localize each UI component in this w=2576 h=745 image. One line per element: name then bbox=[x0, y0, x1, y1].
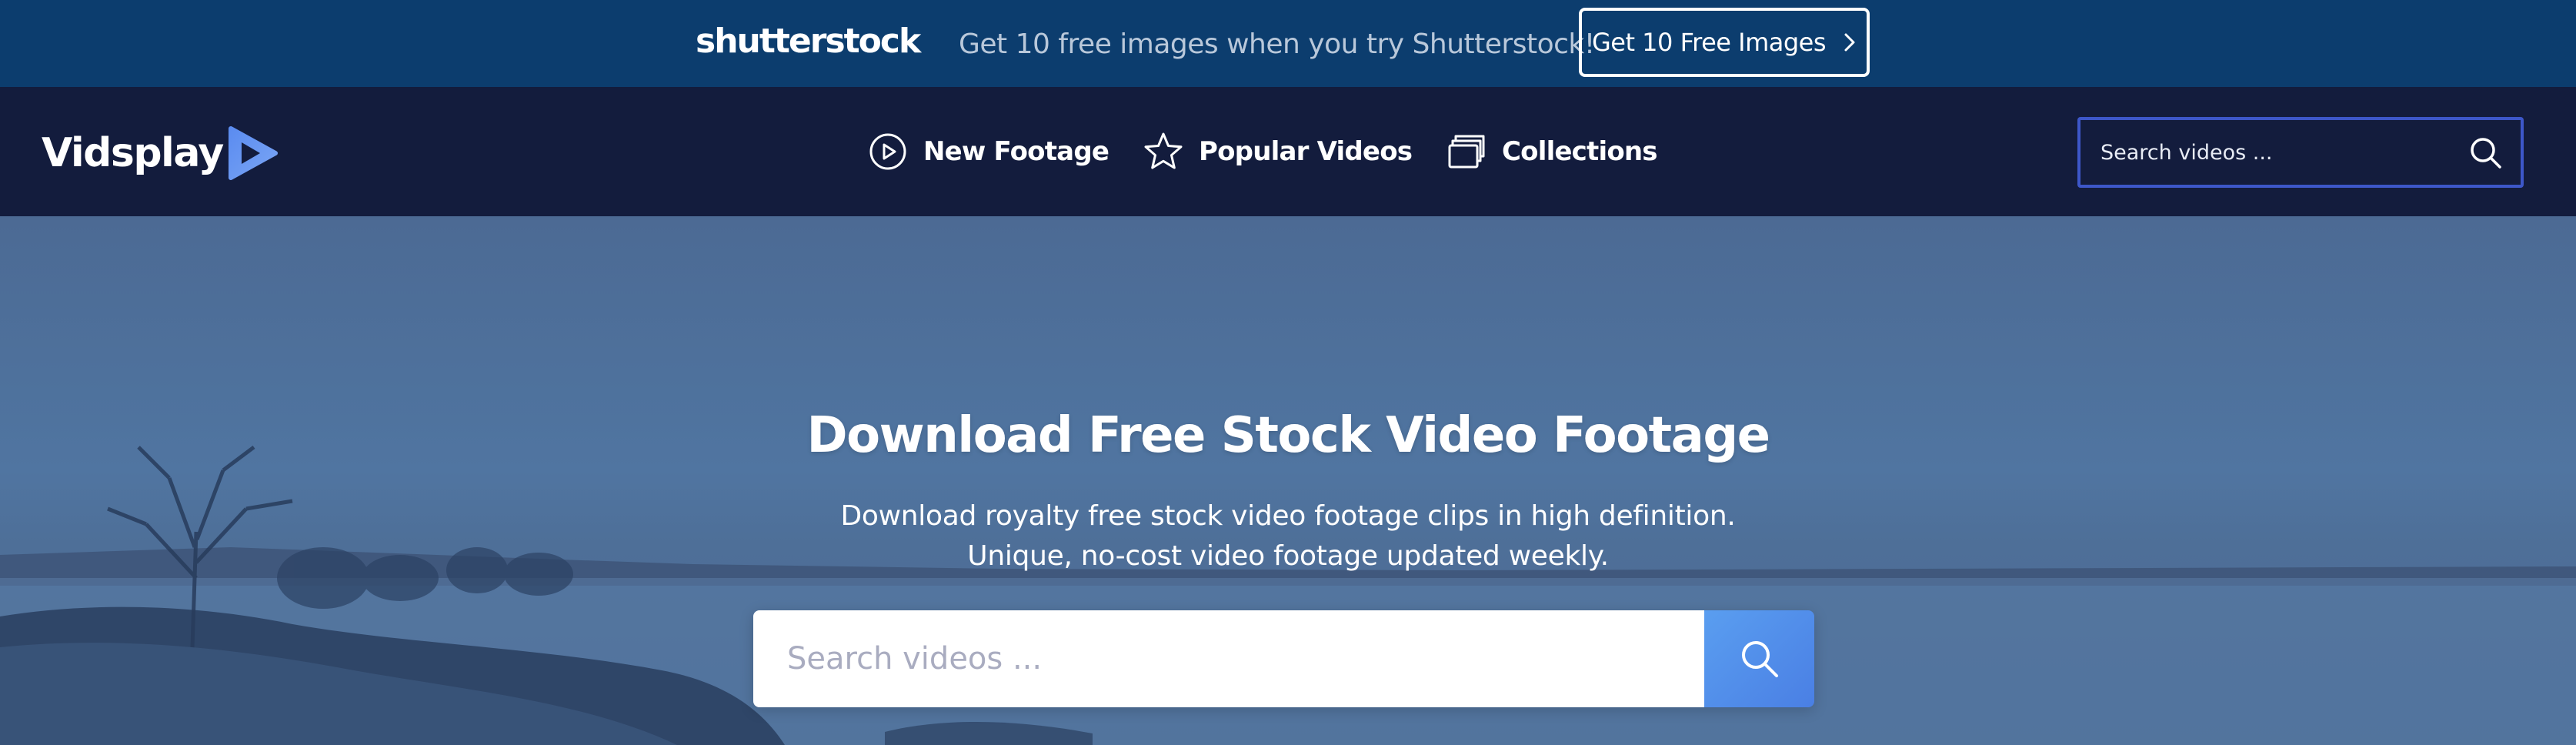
nav-item-collections[interactable]: Collections bbox=[1445, 129, 1658, 175]
nav-item-label: Popular Videos bbox=[1199, 136, 1413, 167]
brand-logo[interactable]: Vidsplay bbox=[42, 122, 280, 184]
search-icon bbox=[1741, 641, 1778, 677]
nav-search-box bbox=[2077, 117, 2524, 188]
star-icon bbox=[1144, 132, 1183, 169]
play-triangle-icon bbox=[228, 126, 278, 180]
hero-title: Download Free Stock Video Footage bbox=[806, 407, 1770, 464]
search-icon[interactable] bbox=[2467, 134, 2505, 172]
nav-item-label: New Footage bbox=[923, 136, 1109, 167]
nav-search-input[interactable] bbox=[2080, 120, 2450, 185]
collections-icon bbox=[1448, 135, 1485, 169]
hero-search-button[interactable] bbox=[1704, 610, 1814, 707]
hero-search-input[interactable] bbox=[753, 610, 1704, 707]
promo-bar: shutterstock Get 10 free images when you… bbox=[0, 0, 2576, 87]
brand-name: Vidsplay bbox=[42, 130, 224, 176]
hero-search-box bbox=[753, 610, 1814, 707]
hero-subtitle-line2: Unique, no-cost video footage updated we… bbox=[967, 540, 1609, 572]
main-nav: Vidsplay New Footage Popular Videos Coll… bbox=[0, 87, 2576, 216]
promo-text: Get 10 free images when you try Shutters… bbox=[959, 28, 1595, 60]
hero-section: Download Free Stock Video Footage Downlo… bbox=[0, 216, 2576, 745]
play-circle-icon bbox=[869, 133, 906, 170]
chevron-right-icon bbox=[1844, 33, 1855, 52]
get-free-images-label: Get 10 Free Images bbox=[1591, 28, 1827, 57]
nav-item-popular-videos[interactable]: Popular Videos bbox=[1142, 129, 1413, 175]
hero-subtitle-line1: Download royalty free stock video footag… bbox=[840, 500, 1736, 532]
get-free-images-button[interactable]: Get 10 Free Images bbox=[1579, 8, 1870, 77]
nav-item-new-footage[interactable]: New Footage bbox=[866, 129, 1109, 175]
shutterstock-logo[interactable]: shutterstock bbox=[696, 17, 921, 66]
nav-item-label: Collections bbox=[1502, 136, 1658, 167]
